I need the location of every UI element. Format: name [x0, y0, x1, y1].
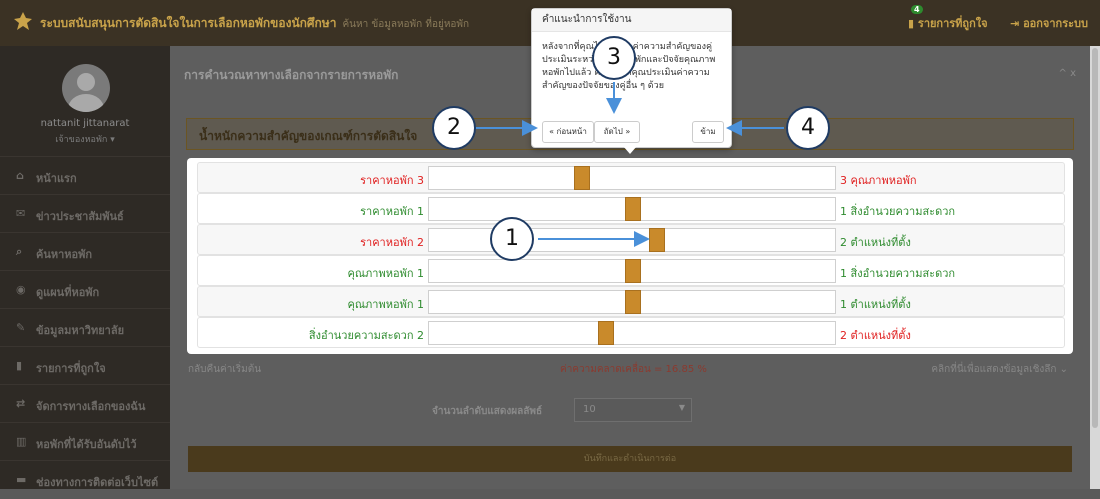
sidebar-item-label: ข้อมูลมหาวิทยาลัย: [36, 324, 125, 337]
annotation-marker-2: 2: [432, 106, 476, 150]
app-subtitle: ค้นหา ข้อมูลหอพัก ที่อยู่หอพัก: [342, 19, 470, 30]
sidebar-item-label: หอพักที่ได้รับอันดับไว้: [36, 438, 137, 451]
annotation-marker-4: 4: [786, 106, 830, 150]
sidebar-item-label: รายการที่ถูกใจ: [36, 362, 106, 375]
logout-icon: ⇥: [1010, 17, 1020, 30]
sidebar-item-label: ข่าวประชาสัมพันธ์: [36, 210, 124, 223]
sidebar-item-label: หน้าแรก: [36, 172, 77, 185]
comparison-row: ราคาหอพัก 1 1 สิ่งอำนวยความสะดวก: [197, 193, 1065, 224]
comparison-slider[interactable]: [428, 259, 836, 283]
favorites-label: รายการที่ถูกใจ: [917, 17, 988, 30]
save-continue-button[interactable]: บันทึกและดำเนินการต่อ: [188, 446, 1072, 472]
comparison-right-label: 1 สิ่งอำนวยความสะดวก: [840, 267, 956, 280]
comment-icon: ▬: [16, 473, 27, 486]
tour-skip-button[interactable]: ข้าม: [692, 121, 724, 143]
slider-handle[interactable]: [625, 290, 641, 314]
show-details-link[interactable]: คลิกที่นี่เพื่อแสดงข้อมูลเชิงลึก ⌄: [931, 362, 1068, 377]
annotation-marker-1: 1: [490, 217, 534, 261]
chevron-down-icon: ▼: [678, 403, 685, 412]
user-role-dropdown[interactable]: เจ้าของหอพัก ▾: [0, 132, 170, 146]
comparison-left-label: สิ่งอำนวยความสะดวก 2: [308, 329, 424, 342]
app-title-text: ระบบสนับสนุนการตัดสินใจในการเลือกหอพักขอ…: [40, 16, 337, 30]
comparison-slider[interactable]: [428, 197, 836, 221]
consistency-ratio: ค่าความคลาดเคลื่อน = 16.85 %: [560, 364, 707, 375]
comparison-slider[interactable]: [428, 290, 836, 314]
sidebar-item-label: ค้นหาหอพัก: [36, 248, 93, 261]
slider-handle[interactable]: [574, 166, 590, 190]
slider-handle[interactable]: [625, 259, 641, 283]
avatar-head: [77, 73, 95, 91]
sidebar-item[interactable]: ◉ ดูแผนที่หอพัก: [0, 270, 170, 309]
logout-label: ออกจากระบบ: [1023, 17, 1088, 30]
comparison-slider[interactable]: [428, 321, 836, 345]
result-count-label: จำนวนลำดับแสดงผลลัพธ์: [432, 406, 543, 417]
sidebar-item[interactable]: ⌂ หน้าแรก: [0, 156, 170, 195]
comparison-left-label: ราคาหอพัก 1: [360, 205, 424, 218]
tour-title: คำแนะนำการใช้งาน: [532, 9, 731, 32]
sidebar-item[interactable]: ▥ หอพักที่ได้รับอันดับไว้: [0, 422, 170, 461]
exchange-icon: ⇄: [16, 397, 26, 410]
search-icon: ⌕: [16, 245, 23, 258]
slider-handle[interactable]: [598, 321, 614, 345]
comparison-right-label: 3 คุณภาพหอพัก: [840, 174, 917, 187]
scrollbar-thumb[interactable]: [1092, 48, 1098, 428]
comparison-right-label: 2 ตำแหน่งที่ตั้ง: [840, 329, 911, 342]
logo-icon: [14, 12, 32, 30]
sidebar-item[interactable]: ⇄ จัดการทางเลือกของฉัน: [0, 384, 170, 423]
reset-defaults-link[interactable]: กลับคืนค่าเริ่มต้น: [188, 362, 261, 377]
tour-prev-button[interactable]: « ก่อนหน้า: [542, 121, 594, 143]
avatar[interactable]: [62, 64, 110, 112]
comparison-left-label: คุณภาพหอพัก 1: [347, 267, 424, 280]
home-icon: ⌂: [16, 169, 24, 182]
comparison-left-label: ราคาหอพัก 3: [360, 174, 424, 187]
comparison-left-label: คุณภาพหอพัก 1: [347, 298, 424, 311]
comparison-slider[interactable]: [428, 166, 836, 190]
result-count-select[interactable]: 10 ▼: [574, 398, 692, 422]
comparison-row: คุณภาพหอพัก 1 1 สิ่งอำนวยความสะดวก: [197, 255, 1065, 286]
tour-popover: คำแนะนำการใช้งาน หลังจากที่คุณได้กำหนดค่…: [531, 8, 732, 154]
sidebar-item[interactable]: ▮ รายการที่ถูกใจ: [0, 346, 170, 385]
comparison-row: ราคาหอพัก 3 3 คุณภาพหอพัก: [197, 162, 1065, 193]
slider-handle[interactable]: [649, 228, 665, 252]
map-marker-icon: ◉: [16, 283, 26, 296]
tour-next-button[interactable]: ถัดไป »: [594, 121, 640, 143]
popover-arrow: [623, 146, 637, 154]
result-count-value: 10: [583, 404, 596, 415]
user-name: nattanit jittanarat: [40, 118, 130, 129]
panel-title: การคำนวณหาทางเลือกจากรายการหอพัก: [184, 68, 399, 82]
sidebar-item-label: ดูแผนที่หอพัก: [36, 286, 100, 299]
comparison-right-label: 1 สิ่งอำนวยความสะดวก: [840, 205, 956, 218]
comparison-left-label: ราคาหอพัก 2: [360, 236, 424, 249]
panel-controls[interactable]: ^ x: [1059, 68, 1076, 79]
favorites-count-badge: 4: [911, 5, 923, 14]
sidebar-item[interactable]: ✉ ข่าวประชาสัมพันธ์: [0, 194, 170, 233]
weight-title: น้ำหนักความสำคัญของเกณฑ์การตัดสินใจ: [199, 129, 418, 143]
sidebar-item[interactable]: ⌕ ค้นหาหอพัก: [0, 232, 170, 271]
comparison-row: ราคาหอพัก 2 2 ตำแหน่งที่ตั้ง: [197, 224, 1065, 255]
favorites-link[interactable]: 4 ▮ รายการที่ถูกใจ: [908, 5, 988, 32]
logout-link[interactable]: ⇥ ออกจากระบบ: [1010, 14, 1088, 32]
sidebar-item-label: ช่องทางการติดต่อเว็บไซต์: [36, 476, 159, 489]
sidebar-item[interactable]: ▬ ช่องทางการติดต่อเว็บไซต์: [0, 460, 170, 499]
bookmark-icon: ▮: [16, 359, 23, 372]
bookmark-icon: ▮: [908, 17, 915, 30]
megaphone-icon: ✉: [16, 207, 26, 220]
annotation-marker-3: 3: [592, 36, 636, 80]
graduation-cap-icon: ✎: [16, 321, 26, 334]
slider-handle[interactable]: [625, 197, 641, 221]
bar-chart-icon: ▥: [16, 435, 27, 448]
sidebar-item-label: จัดการทางเลือกของฉัน: [36, 400, 146, 413]
sidebar-item[interactable]: ✎ ข้อมูลมหาวิทยาลัย: [0, 308, 170, 347]
pairwise-comparison-card: ราคาหอพัก 3 3 คุณภาพหอพักราคาหอพัก 1 1 สิ่…: [187, 158, 1073, 354]
comparison-right-label: 2 ตำแหน่งที่ตั้ง: [840, 236, 911, 249]
app-title[interactable]: ระบบสนับสนุนการตัดสินใจในการเลือกหอพักขอ…: [40, 14, 469, 33]
comparison-row: สิ่งอำนวยความสะดวก 2 2 ตำแหน่งที่ตั้ง: [197, 317, 1065, 348]
avatar-body: [68, 94, 104, 112]
sidebar: nattanit jittanarat เจ้าของหอพัก ▾ ⌂ หน้า…: [0, 46, 170, 489]
comparison-row: คุณภาพหอพัก 1 1 ตำแหน่งที่ตั้ง: [197, 286, 1065, 317]
comparison-right-label: 1 ตำแหน่งที่ตั้ง: [840, 298, 911, 311]
